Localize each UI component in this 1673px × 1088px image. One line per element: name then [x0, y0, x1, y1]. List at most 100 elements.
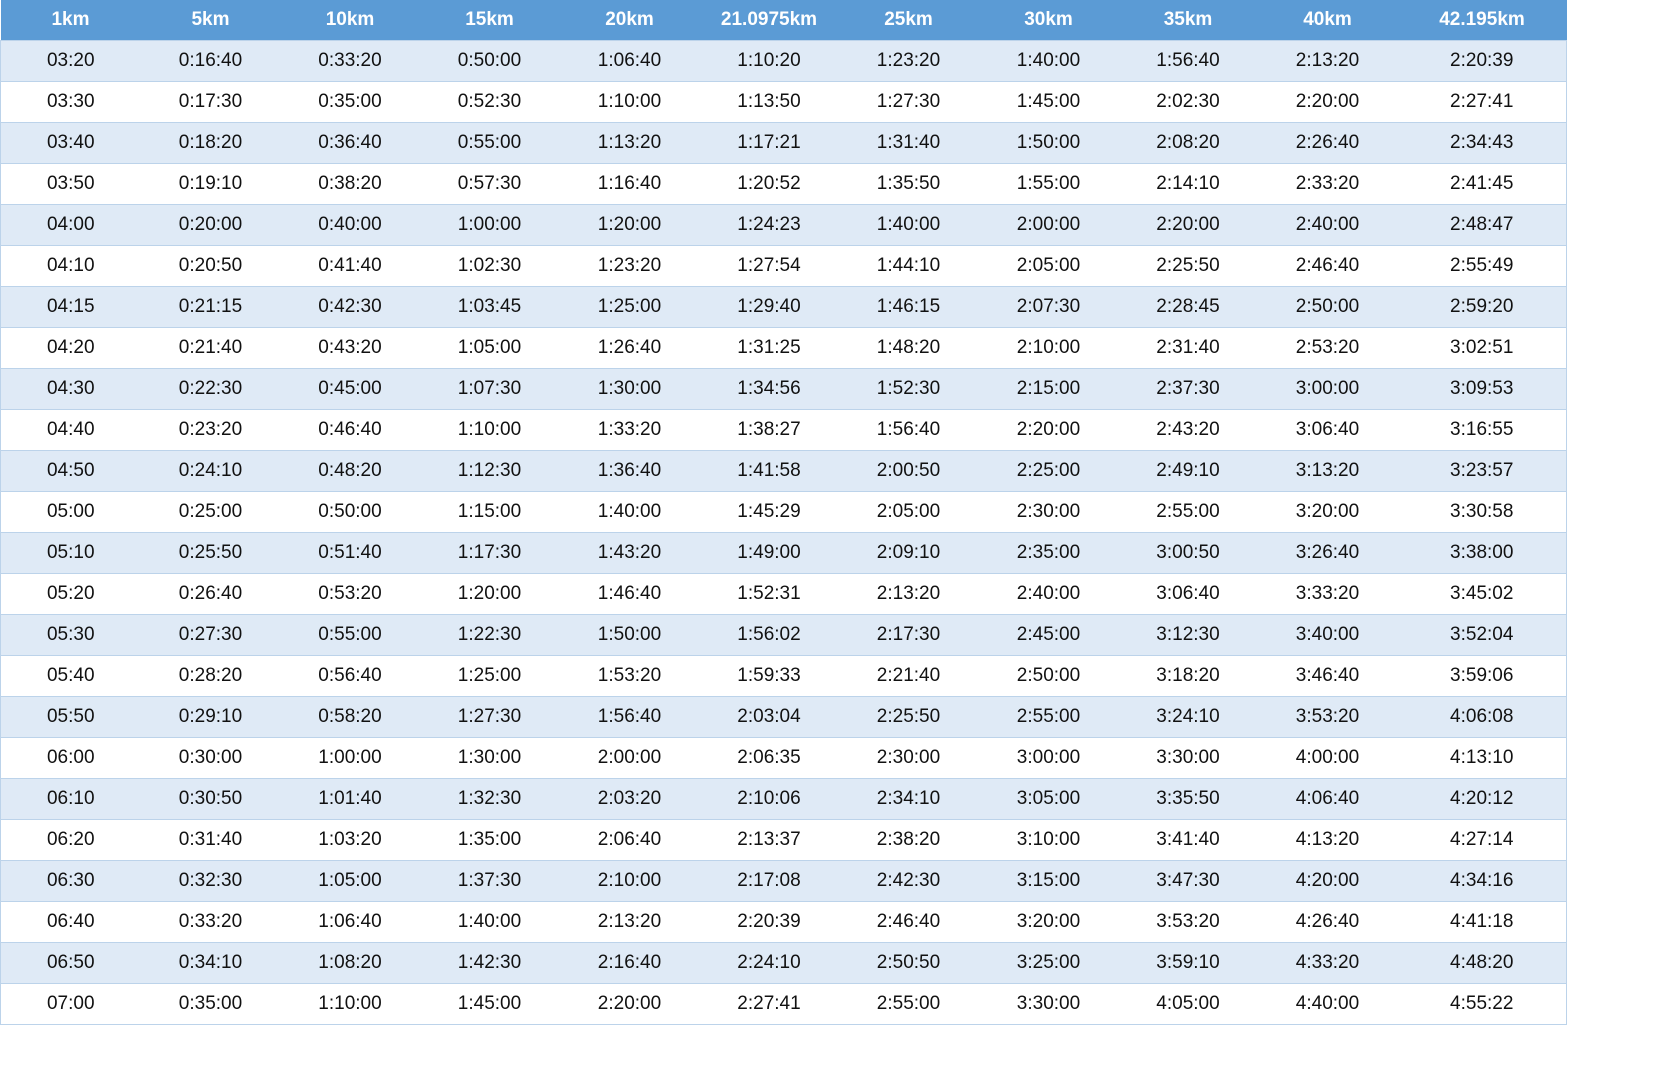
split-time-cell: 1:13:50: [699, 81, 839, 123]
split-time-cell: 1:40:00: [559, 491, 700, 533]
table-row: 06:40 0:33:20 1:06:40 1:40:00 2:13:20 2:20:39…: [0, 901, 1567, 943]
split-time-cell: 4:00:00: [1257, 737, 1398, 779]
split-time-cell: 2:35:00: [978, 532, 1119, 574]
split-time-cell: 2:07:30: [978, 286, 1119, 328]
split-time-cell: 0:17:30: [140, 81, 281, 123]
split-time-cell: 0:48:20: [280, 450, 420, 492]
column-header: 20km: [559, 0, 700, 41]
split-time-cell: 1:34:56: [699, 368, 839, 410]
table-row: 06:30 0:32:30 1:05:00 1:37:30 2:10:00 2:17:08…: [0, 860, 1567, 902]
split-time-cell: 1:49:00: [699, 532, 839, 574]
split-time-cell: 2:09:10: [838, 532, 979, 574]
split-time-cell: 1:13:20: [559, 122, 700, 164]
column-header: 21.0975km: [699, 0, 839, 41]
split-time-cell: 0:27:30: [140, 614, 281, 656]
pace-cell: 06:40: [0, 901, 141, 943]
split-time-cell: 3:30:00: [1118, 737, 1258, 779]
split-time-cell: 1:25:00: [559, 286, 700, 328]
split-time-cell: 1:27:54: [699, 245, 839, 287]
table-row: 05:40 0:28:20 0:56:40 1:25:00 1:53:20 1:59:33…: [0, 655, 1567, 697]
split-time-cell: 1:52:31: [699, 573, 839, 615]
split-time-cell: 2:31:40: [1118, 327, 1258, 369]
split-time-cell: 0:50:00: [280, 491, 420, 533]
split-time-cell: 1:20:00: [559, 204, 700, 246]
split-time-cell: 2:55:00: [1118, 491, 1258, 533]
pace-cell: 05:30: [0, 614, 141, 656]
split-time-cell: 1:05:00: [419, 327, 560, 369]
split-time-cell: 1:03:45: [419, 286, 560, 328]
split-time-cell: 2:03:04: [699, 696, 839, 738]
split-time-cell: 2:55:49: [1397, 245, 1567, 287]
split-time-cell: 2:10:00: [978, 327, 1119, 369]
split-time-cell: 1:10:00: [419, 409, 560, 451]
table-row: 04:20 0:21:40 0:43:20 1:05:00 1:26:40 1:31:25…: [0, 327, 1567, 369]
split-time-cell: 3:47:30: [1118, 860, 1258, 902]
split-time-cell: 2:13:20: [559, 901, 700, 943]
split-time-cell: 1:00:00: [419, 204, 560, 246]
split-time-cell: 2:48:47: [1397, 204, 1567, 246]
pace-cell: 07:00: [0, 983, 141, 1025]
pace-cell: 04:40: [0, 409, 141, 451]
split-time-cell: 4:13:10: [1397, 737, 1567, 779]
split-time-cell: 2:05:00: [978, 245, 1119, 287]
pace-cell: 05:20: [0, 573, 141, 615]
split-time-cell: 3:52:04: [1397, 614, 1567, 656]
split-time-cell: 3:18:20: [1118, 655, 1258, 697]
split-time-cell: 3:24:10: [1118, 696, 1258, 738]
split-time-cell: 0:33:20: [140, 901, 281, 943]
split-time-cell: 2:43:20: [1118, 409, 1258, 451]
split-time-cell: 3:02:51: [1397, 327, 1567, 369]
split-time-cell: 0:30:50: [140, 778, 281, 820]
split-time-cell: 0:41:40: [280, 245, 420, 287]
split-time-cell: 1:31:25: [699, 327, 839, 369]
split-time-cell: 2:02:30: [1118, 81, 1258, 123]
split-time-cell: 2:13:20: [1257, 40, 1398, 82]
split-time-cell: 1:40:00: [838, 204, 979, 246]
split-time-cell: 0:51:40: [280, 532, 420, 574]
split-time-cell: 4:48:20: [1397, 942, 1567, 984]
split-time-cell: 1:48:20: [838, 327, 979, 369]
split-time-cell: 2:20:39: [1397, 40, 1567, 82]
split-time-cell: 1:40:00: [419, 901, 560, 943]
split-time-cell: 1:35:00: [419, 819, 560, 861]
pace-cell: 06:30: [0, 860, 141, 902]
split-time-cell: 3:45:02: [1397, 573, 1567, 615]
pace-cell: 05:40: [0, 655, 141, 697]
split-time-cell: 4:20:00: [1257, 860, 1398, 902]
split-time-cell: 2:20:39: [699, 901, 839, 943]
split-time-cell: 1:38:27: [699, 409, 839, 451]
split-time-cell: 3:13:20: [1257, 450, 1398, 492]
table-row: 06:20 0:31:40 1:03:20 1:35:00 2:06:40 2:13:37…: [0, 819, 1567, 861]
split-time-cell: 2:30:00: [838, 737, 979, 779]
table-header: 1km 5km 10km 15km 20km 21.0975km 25km 30km 35km 4…: [0, 0, 1567, 41]
split-time-cell: 1:12:30: [419, 450, 560, 492]
table-row: 04:40 0:23:20 0:46:40 1:10:00 1:33:20 1:38:27…: [0, 409, 1567, 451]
split-time-cell: 1:31:40: [838, 122, 979, 164]
split-time-cell: 3:09:53: [1397, 368, 1567, 410]
split-time-cell: 2:27:41: [1397, 81, 1567, 123]
split-time-cell: 2:50:00: [978, 655, 1119, 697]
split-time-cell: 1:35:50: [838, 163, 979, 205]
split-time-cell: 2:55:00: [838, 983, 979, 1025]
split-time-cell: 4:40:00: [1257, 983, 1398, 1025]
split-time-cell: 2:06:40: [559, 819, 700, 861]
split-time-cell: 1:33:20: [559, 409, 700, 451]
table-row: 07:00 0:35:00 1:10:00 1:45:00 2:20:00 2:27:41…: [0, 983, 1567, 1025]
column-header: 25km: [838, 0, 979, 41]
pace-cell: 05:50: [0, 696, 141, 738]
split-time-cell: 2:10:06: [699, 778, 839, 820]
split-time-cell: 0:23:20: [140, 409, 281, 451]
split-time-cell: 1:07:30: [419, 368, 560, 410]
split-time-cell: 2:17:08: [699, 860, 839, 902]
column-header: 15km: [419, 0, 560, 41]
split-time-cell: 2:20:00: [978, 409, 1119, 451]
split-time-cell: 2:24:10: [699, 942, 839, 984]
split-time-cell: 1:30:00: [559, 368, 700, 410]
column-header: 40km: [1257, 0, 1398, 41]
split-time-cell: 3:59:06: [1397, 655, 1567, 697]
split-time-cell: 0:31:40: [140, 819, 281, 861]
split-time-cell: 3:25:00: [978, 942, 1119, 984]
table-row: 05:10 0:25:50 0:51:40 1:17:30 1:43:20 1:49:00…: [0, 532, 1567, 574]
split-time-cell: 3:38:00: [1397, 532, 1567, 574]
split-time-cell: 1:53:20: [559, 655, 700, 697]
